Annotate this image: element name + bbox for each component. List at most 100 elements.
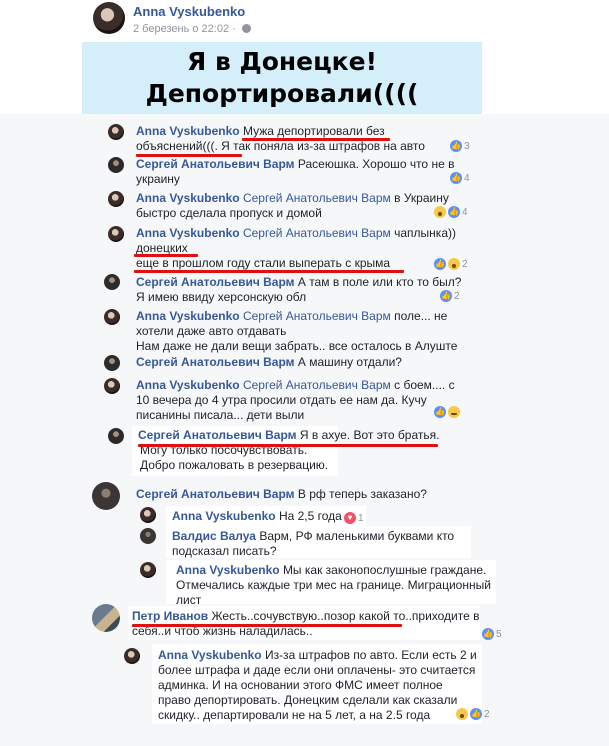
comment-author[interactable]: Anna Vyskubenko: [176, 563, 280, 577]
comment-reactions[interactable]: 👍 2: [456, 708, 490, 720]
comment-text: лист: [176, 593, 202, 607]
comment-text: подсказал писать?: [172, 544, 277, 558]
comment: Anna Vyskubenko Сергей Анатольевич Варм …: [136, 378, 455, 423]
post-header: Anna Vyskubenko 2 березень о 22:02 ·: [0, 0, 609, 42]
like-icon: 👍: [440, 290, 452, 302]
comment-author[interactable]: Сергей Анатольевич Варм: [136, 487, 295, 501]
red-underline: [134, 270, 404, 273]
comment-text: админка. И на основании этого ФМС имеет …: [158, 678, 443, 692]
comment-text: Я имею ввиду херсонскую обл: [136, 290, 307, 304]
comment-reactions[interactable]: 👍: [434, 406, 460, 418]
comment-text: Нам даже не дали вещи забрать.. все оста…: [136, 339, 458, 353]
comment-avatar[interactable]: [108, 226, 124, 242]
like-icon: 👍: [434, 258, 446, 270]
comment-text: Жесть..сочувствую..позор какой то..прихо…: [211, 609, 480, 623]
comment-avatar[interactable]: [108, 124, 124, 140]
like-icon: 👍: [448, 206, 460, 218]
comment-text: более штрафа и даде если они оплачены- э…: [158, 663, 476, 677]
comment-mention[interactable]: Сергей Анатольевич Варм: [243, 378, 391, 392]
wow-icon: [434, 206, 446, 218]
comment-author[interactable]: Сергей Анатольевич Варм: [136, 355, 295, 369]
comment-text: Добро пожаловать в резервацию.: [140, 458, 329, 472]
comment-author[interactable]: Anna Vyskubenko: [136, 191, 240, 205]
comment-text: На 2,5 года: [278, 509, 342, 523]
comment-text: объяснений(((. Я так поняла из-за штрафо…: [136, 139, 425, 153]
comment-avatar[interactable]: [92, 604, 120, 632]
like-icon: 👍: [450, 140, 462, 152]
comment: Сергей Анатольевич Варм А машину отдали?: [136, 355, 402, 370]
comment-text: в Украину: [394, 191, 449, 205]
comment-text: Из-за штрафов по авто. Если есть 2 и: [264, 648, 477, 662]
comment-reactions[interactable]: 👍 5: [482, 628, 502, 640]
wow-icon: [448, 258, 460, 270]
comment: Anna Vyskubenko Сергей Анатольевич Варм …: [136, 226, 456, 271]
comment-avatar[interactable]: [108, 157, 124, 173]
comment-text: скидку.. департировали не на 5 лет, а на…: [158, 708, 431, 722]
comment-avatar[interactable]: [104, 274, 120, 290]
comment-text: В рф теперь заказано?: [297, 487, 427, 501]
red-underline: [134, 254, 198, 257]
post-author-avatar[interactable]: [93, 2, 125, 34]
comment-mention[interactable]: Сергей Анатольевич Варм: [243, 191, 391, 205]
like-icon: 👍: [470, 708, 482, 720]
comment-author[interactable]: Валдис Валуа: [172, 529, 256, 543]
comment-author[interactable]: Anna Vyskubenko: [136, 378, 240, 392]
like-icon: 👍: [450, 172, 462, 184]
comment-mention[interactable]: Сергей Анатольевич Варм: [243, 309, 391, 323]
comment-text: еще в прошлом году стали выперать с крым…: [136, 256, 391, 270]
heart-icon: ♥: [344, 512, 356, 524]
comment-text: чаплынка)): [394, 226, 456, 240]
comment-avatar[interactable]: [92, 482, 120, 510]
comment-text: донецких: [136, 241, 188, 255]
comment-author[interactable]: Сергей Анатольевич Варм: [136, 157, 295, 171]
comment: Сергей Анатольевич Варм А там в поле или…: [136, 275, 461, 305]
comment-author[interactable]: Сергей Анатольевич Варм: [138, 428, 297, 442]
comment-author[interactable]: Сергей Анатольевич Варм: [136, 275, 295, 289]
comment-reactions[interactable]: 👍 3: [450, 140, 470, 152]
comment-author[interactable]: Петр Иванов: [132, 609, 208, 623]
comment-author[interactable]: Anna Vyskubenko: [158, 648, 262, 662]
comment: Anna Vyskubenko Сергей Анатольевич Варм …: [136, 309, 457, 354]
comment-avatar[interactable]: [108, 428, 124, 444]
comment-text: Расеюшка. Хорошо что не в: [297, 157, 455, 171]
post-timestamp[interactable]: 2 березень о 22:02 ·: [133, 23, 251, 35]
comment-text: писанины писала... дети выли: [136, 408, 305, 422]
comment-reactions[interactable]: 👍 2: [434, 258, 468, 270]
comment: Сергей Анатольевич Варм В рф теперь зака…: [136, 487, 427, 502]
comment: Сергей Анатольевич Варм Я в ахуе. Вот эт…: [138, 428, 439, 473]
comment: Anna Vyskubenko Сергей Анатольевич Варм …: [136, 191, 449, 221]
comment-avatar[interactable]: [104, 309, 120, 325]
red-underline: [138, 444, 438, 447]
comment-text: Варм, РФ маленькими буквами кто: [259, 529, 455, 543]
wow-icon: [456, 708, 468, 720]
like-icon: 👍: [434, 406, 446, 418]
comment-author[interactable]: Anna Vyskubenko: [136, 124, 240, 138]
banner-line-2: Депортировали((((: [145, 79, 419, 108]
comment-avatar[interactable]: [124, 648, 140, 664]
comment-author[interactable]: Anna Vyskubenko: [172, 509, 276, 523]
comment-text: Отмечались каждые три мес на границе. Ми…: [176, 578, 491, 592]
red-underline: [132, 624, 402, 627]
comment-avatar[interactable]: [140, 507, 156, 523]
comment-reactions[interactable]: 👍 4: [434, 206, 468, 218]
comment-author[interactable]: Anna Vyskubenko: [136, 309, 240, 323]
comment: Anna Vyskubenko Из-за штрафов по авто. Е…: [158, 648, 477, 723]
comment-author[interactable]: Anna Vyskubenko: [136, 226, 240, 240]
banner-line-1: Я в Донецке!: [186, 47, 377, 76]
like-icon: 👍: [482, 628, 494, 640]
comment-text: с боем.... с: [394, 378, 455, 392]
comment-reactions[interactable]: 👍 2: [440, 290, 460, 302]
comment-avatar[interactable]: [104, 378, 120, 394]
comment-mention[interactable]: Сергей Анатольевич Варм: [243, 226, 391, 240]
comment: Сергей Анатольевич Варм Расеюшка. Хорошо…: [136, 157, 454, 187]
globe-icon: [241, 24, 251, 33]
comment-reactions[interactable]: 👍 4: [450, 172, 470, 184]
comment-text: Мы как законопослушные граждане.: [282, 563, 487, 577]
comment-avatar[interactable]: [108, 191, 124, 207]
comment-text: поле... не: [394, 309, 448, 323]
comment-avatar[interactable]: [140, 528, 156, 544]
comment-avatar[interactable]: [140, 562, 156, 578]
comment-reactions[interactable]: ♥ 1: [344, 512, 364, 524]
post-author-name[interactable]: Anna Vyskubenko: [133, 4, 245, 19]
comment-avatar[interactable]: [104, 355, 120, 371]
